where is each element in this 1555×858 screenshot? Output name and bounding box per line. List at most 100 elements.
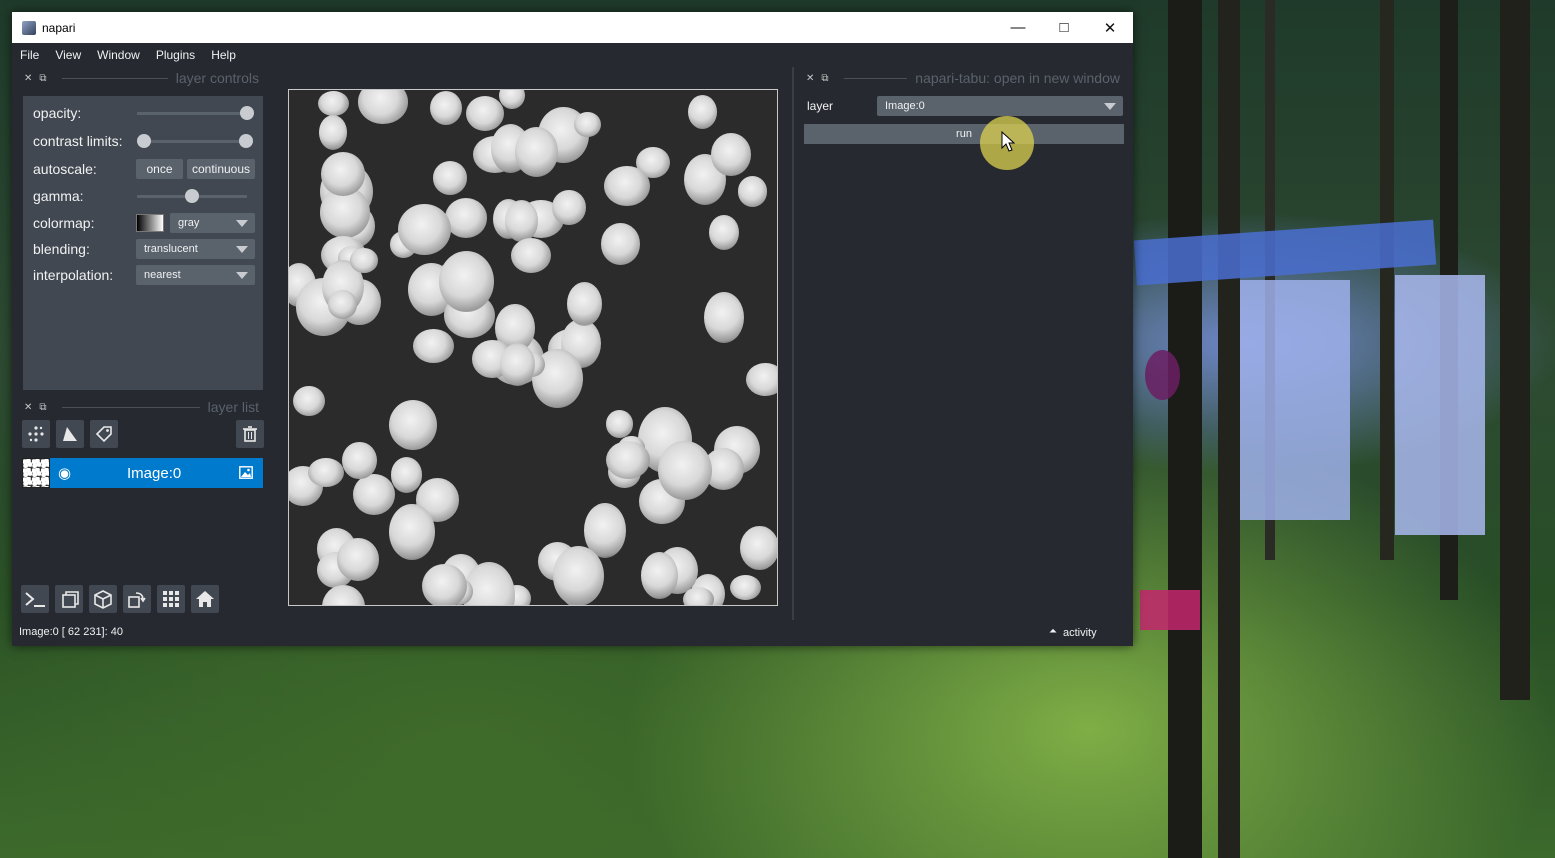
gamma-slider-handle[interactable] bbox=[185, 189, 199, 203]
activity-arrow-icon[interactable]: ⏶ bbox=[1049, 626, 1057, 637]
image-layer-type-icon bbox=[239, 466, 253, 479]
reset-view-button[interactable] bbox=[191, 585, 219, 613]
new-points-layer-button[interactable] bbox=[22, 420, 50, 448]
grid-icon bbox=[163, 591, 179, 607]
nucleus-blob bbox=[658, 440, 712, 501]
chevron-down-icon bbox=[236, 272, 248, 279]
gamma-slider[interactable] bbox=[137, 185, 247, 207]
gamma-label: gamma: bbox=[33, 188, 84, 204]
autoscale-row: autoscale: once continuous bbox=[23, 158, 263, 180]
menu-plugins[interactable]: Plugins bbox=[148, 48, 203, 62]
nucleus-blob bbox=[349, 247, 379, 273]
image-canvas[interactable] bbox=[288, 89, 778, 606]
divider bbox=[843, 77, 908, 79]
nucleus-blob bbox=[499, 343, 536, 387]
title-bar: napari — □ ✕ bbox=[12, 12, 1133, 43]
menu-view[interactable]: View bbox=[47, 48, 89, 62]
colormap-dropdown[interactable]: gray bbox=[170, 213, 255, 233]
window-controls: — □ ✕ bbox=[995, 12, 1133, 43]
nucleus-blob bbox=[466, 96, 505, 132]
menu-file[interactable]: File bbox=[12, 48, 47, 62]
nucleus-blob bbox=[606, 440, 651, 479]
nucleus-blob bbox=[398, 204, 451, 256]
nucleus-blob bbox=[413, 329, 454, 363]
nucleus-blob bbox=[566, 281, 602, 326]
shapes-icon bbox=[63, 427, 77, 441]
transpose-button[interactable] bbox=[123, 585, 151, 613]
roll-dims-button[interactable] bbox=[89, 585, 117, 613]
contrast-row: contrast limits: bbox=[23, 130, 263, 152]
nucleus-blob bbox=[318, 114, 348, 150]
nucleus-blob bbox=[740, 525, 777, 571]
napari-logo-icon bbox=[22, 20, 36, 35]
nucleus-blob bbox=[552, 189, 586, 226]
nucleus-blob bbox=[342, 441, 377, 480]
grid-view-button[interactable] bbox=[157, 585, 185, 613]
new-shapes-layer-button[interactable] bbox=[56, 420, 84, 448]
contrast-limits-slider[interactable] bbox=[137, 130, 253, 152]
delete-layer-button[interactable] bbox=[236, 420, 264, 448]
napari-window: napari — □ ✕ File View Window Plugins He… bbox=[12, 12, 1133, 646]
colormap-label: colormap: bbox=[33, 215, 95, 231]
autoscale-once-button[interactable]: once bbox=[136, 159, 183, 179]
run-button[interactable]: run bbox=[804, 124, 1124, 144]
nucleus-blob bbox=[687, 94, 718, 130]
nucleus-blob bbox=[318, 90, 350, 117]
dock-close-icon[interactable]: ✕ bbox=[24, 402, 32, 413]
nucleus-blob bbox=[389, 503, 436, 561]
nucleus-blob bbox=[499, 90, 526, 110]
dock-close-icon[interactable]: ✕ bbox=[24, 73, 32, 84]
dock-float-icon[interactable]: ⧉ bbox=[39, 73, 46, 84]
opacity-slider-handle[interactable] bbox=[240, 106, 254, 120]
maximize-button[interactable]: □ bbox=[1041, 12, 1087, 43]
ndisplay-button[interactable] bbox=[55, 585, 83, 613]
layer-list-item[interactable]: ◉ Image:0 bbox=[22, 458, 263, 488]
autoscale-label: autoscale: bbox=[33, 161, 97, 177]
console-button[interactable] bbox=[21, 585, 49, 613]
autoscale-continuous-button[interactable]: continuous bbox=[187, 159, 255, 179]
nucleus-blob bbox=[308, 458, 344, 488]
interpolation-label: interpolation: bbox=[33, 267, 114, 283]
opacity-label: opacity: bbox=[33, 105, 82, 121]
chevron-down-icon bbox=[236, 246, 248, 253]
visibility-eye-icon[interactable]: ◉ bbox=[58, 464, 71, 482]
divider bbox=[61, 406, 200, 408]
home-icon bbox=[196, 591, 214, 607]
contrast-max-handle[interactable] bbox=[239, 134, 253, 148]
window-title: napari bbox=[42, 20, 76, 35]
colormap-value: gray bbox=[178, 217, 200, 229]
dock-float-icon[interactable]: ⧉ bbox=[39, 402, 46, 413]
nucleus-blob bbox=[422, 563, 468, 605]
layer-name[interactable]: Image:0 bbox=[127, 465, 181, 482]
new-labels-layer-button[interactable] bbox=[90, 420, 118, 448]
mouse-cursor-icon bbox=[1001, 131, 1015, 152]
layer-select-dropdown[interactable]: Image:0 bbox=[877, 96, 1123, 116]
nucleus-blob bbox=[682, 587, 714, 605]
minimize-button[interactable]: — bbox=[995, 12, 1041, 43]
gamma-row: gamma: bbox=[23, 185, 263, 207]
nucleus-blob bbox=[745, 363, 777, 396]
menu-window[interactable]: Window bbox=[89, 48, 148, 62]
opacity-row: opacity: bbox=[23, 102, 263, 124]
nucleus-blob bbox=[605, 409, 634, 438]
nucleus-blob bbox=[390, 457, 423, 493]
close-button[interactable]: ✕ bbox=[1087, 12, 1133, 43]
dock-splitter[interactable] bbox=[792, 67, 794, 620]
layer-controls-panel: opacity: contrast limits: autoscale: onc… bbox=[23, 96, 263, 390]
opacity-slider[interactable] bbox=[137, 102, 254, 124]
menu-help[interactable]: Help bbox=[203, 48, 244, 62]
interpolation-dropdown[interactable]: nearest bbox=[136, 265, 255, 285]
nucleus-blob bbox=[321, 585, 366, 605]
blending-value: translucent bbox=[144, 243, 198, 255]
layer-controls-title: layer controls bbox=[175, 70, 259, 86]
activity-button[interactable]: activity bbox=[1063, 627, 1097, 639]
nucleus-blob bbox=[704, 291, 744, 343]
chevron-down-icon bbox=[1104, 103, 1116, 110]
dock-close-icon[interactable]: ✕ bbox=[806, 73, 814, 84]
dock-float-icon[interactable]: ⧉ bbox=[821, 73, 828, 84]
nucleus-blob bbox=[439, 251, 494, 312]
contrast-min-handle[interactable] bbox=[137, 134, 151, 148]
nucleus-blob bbox=[358, 90, 408, 124]
blending-dropdown[interactable]: translucent bbox=[136, 239, 255, 259]
nucleus-blob bbox=[293, 386, 325, 417]
